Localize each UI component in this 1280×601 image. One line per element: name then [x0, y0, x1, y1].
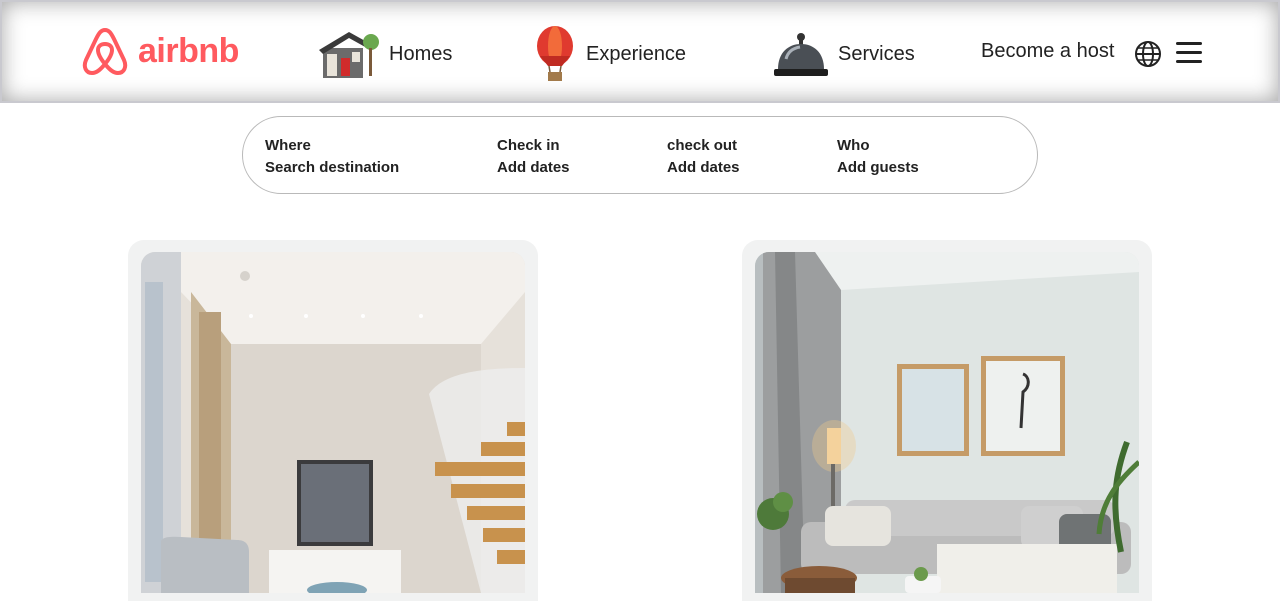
nav-homes[interactable]: Homes: [319, 26, 452, 82]
logo-wordmark: airbnb: [138, 31, 239, 70]
who-value: Add guests: [837, 159, 919, 176]
search-bar: Where Search destination Check in Add da…: [242, 116, 1038, 194]
globe-icon[interactable]: [1134, 40, 1162, 68]
interior-with-staircase-photo: [141, 252, 525, 593]
who-title: Who: [837, 137, 870, 154]
become-a-host-link[interactable]: Become a host: [981, 40, 1114, 63]
hamburger-menu-icon[interactable]: [1176, 42, 1202, 66]
hot-air-balloon-icon: [537, 26, 573, 81]
living-room-with-sofa-photo: [755, 252, 1139, 593]
nav-experience[interactable]: Experience: [532, 26, 686, 82]
nav-services-label: Services: [838, 42, 915, 65]
check-in-value: Add dates: [497, 159, 570, 176]
airbnb-logo-icon: [82, 28, 128, 75]
check-out-title: check out: [667, 137, 738, 154]
service-bell-icon: [774, 33, 828, 76]
search-where-field[interactable]: Where Search destination: [265, 135, 399, 179]
menu-bar: [1176, 42, 1202, 45]
listing-photo-interior-staircase: [141, 252, 525, 593]
airbnb-logo[interactable]: airbnb: [80, 24, 239, 78]
search-check-out-field[interactable]: check out Add dates: [667, 135, 740, 179]
nav-homes-label: Homes: [389, 42, 453, 65]
where-value: Search destination: [265, 159, 400, 176]
menu-bar: [1176, 51, 1202, 54]
nav-services[interactable]: Services: [772, 26, 915, 82]
listing-photo-living-room: [755, 252, 1139, 593]
check-out-value: Add dates: [667, 159, 740, 176]
search-check-in-field[interactable]: Check in Add dates: [497, 135, 570, 179]
check-in-title: Check in: [497, 137, 560, 154]
top-navigation-bar: airbnb Homes Experience Services Become …: [0, 0, 1280, 103]
where-title: Where: [265, 137, 311, 154]
nav-experience-label: Experience: [586, 42, 687, 65]
search-who-field[interactable]: Who Add guests: [837, 135, 919, 179]
menu-bar: [1176, 60, 1202, 63]
listing-card[interactable]: [128, 240, 538, 601]
listing-card[interactable]: [742, 240, 1152, 601]
house-icon: [319, 32, 379, 78]
